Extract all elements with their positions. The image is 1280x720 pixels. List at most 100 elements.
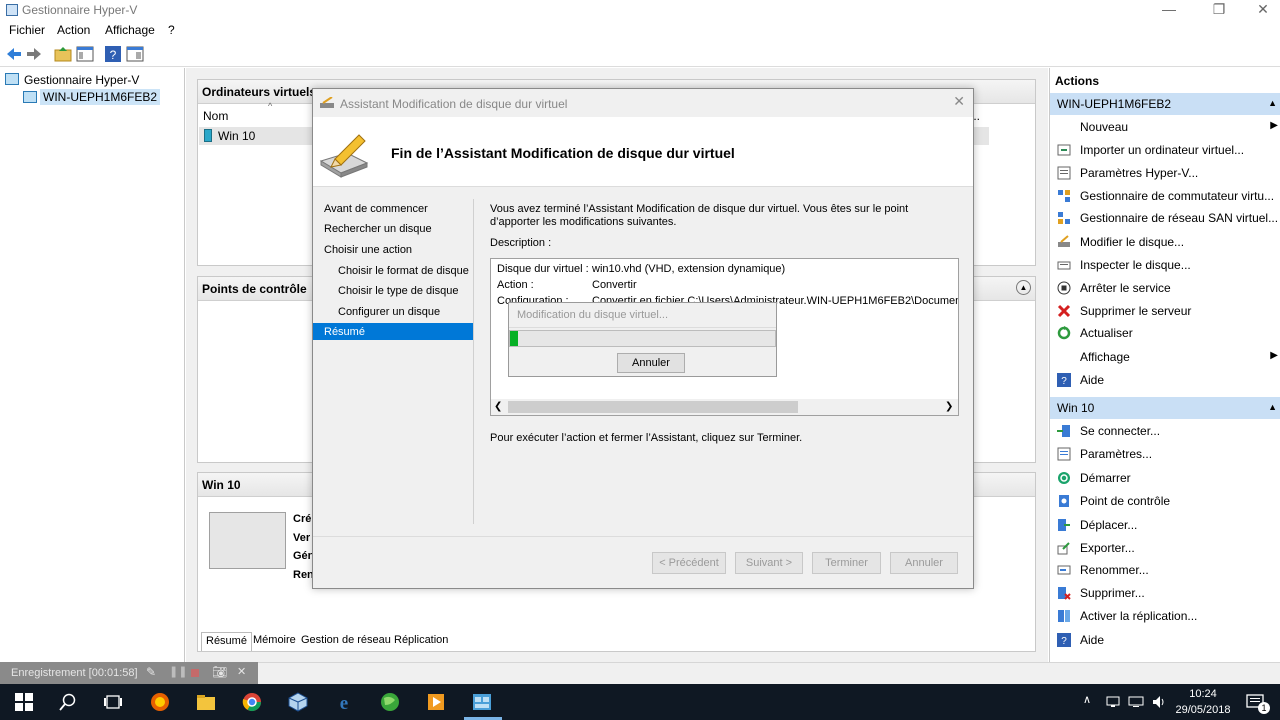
step-summary[interactable]: Résumé [324, 326, 365, 338]
column-header-name[interactable]: Nom [203, 109, 228, 123]
firefox-icon[interactable] [150, 692, 170, 712]
step-locate-disk[interactable]: Rechercher un disque [324, 223, 432, 235]
step-configure-disk[interactable]: Configurer un disque [338, 306, 440, 318]
action-checkpoint[interactable]: Point de contrôle [1050, 490, 1280, 512]
forward-arrow-icon[interactable] [25, 45, 43, 63]
minimize-button[interactable]: — [1146, 0, 1192, 20]
menu-help[interactable]: ? [168, 23, 175, 37]
folder-up-icon[interactable] [54, 45, 72, 63]
hyperv-manager-taskbar-icon[interactable] [472, 692, 492, 712]
step-choose-type[interactable]: Choisir le type de disque [338, 285, 458, 297]
horizontal-scrollbar[interactable]: ❮ ❯ [491, 399, 958, 415]
next-button[interactable]: Suivant > [735, 552, 803, 574]
delete-icon [1058, 587, 1071, 600]
media-player-icon[interactable] [426, 692, 446, 712]
scrollbar-thumb[interactable] [508, 401, 798, 413]
action-remove-server[interactable]: Supprimer le serveur [1050, 300, 1280, 322]
stop-record-icon[interactable] [191, 669, 199, 677]
finish-button[interactable]: Terminer [812, 552, 881, 574]
action-move[interactable]: Déplacer... [1050, 514, 1280, 536]
camera-icon[interactable]: 📷︎ [212, 665, 227, 679]
windows-start-icon[interactable] [14, 692, 34, 712]
action-connect[interactable]: Se connecter... [1050, 420, 1280, 442]
pencil-icon[interactable]: ✎ [146, 665, 156, 679]
close-button[interactable]: ✕ [1240, 0, 1280, 20]
action-rename[interactable]: Renommer... [1050, 559, 1280, 581]
chrome-icon[interactable] [242, 692, 262, 712]
tab-networking[interactable]: Gestion de réseau [301, 634, 391, 646]
action-delete[interactable]: Supprimer... [1050, 582, 1280, 604]
wizard-heading: Fin de l’Assistant Modification de disqu… [391, 145, 735, 161]
tab-replication[interactable]: Réplication [394, 634, 448, 646]
search-icon[interactable] [58, 692, 78, 712]
collapse-arrow-icon[interactable]: ▲ [1268, 98, 1277, 108]
globe-app-icon[interactable] [380, 692, 400, 712]
tree-root-hyperv-manager[interactable]: Gestionnaire Hyper-V [24, 73, 139, 87]
pause-icon[interactable]: ❚❚ [169, 665, 187, 678]
action-inspect-disk[interactable]: Inspecter le disque... [1050, 254, 1280, 276]
refresh-icon [1057, 326, 1071, 340]
step-before-you-begin[interactable]: Avant de commencer [324, 203, 428, 215]
action-export[interactable]: Exporter... [1050, 537, 1280, 559]
settings-icon [1057, 166, 1071, 180]
clock-time[interactable]: 10:24 [1174, 688, 1232, 700]
volume-icon[interactable] [1151, 694, 1167, 710]
replication-icon [1058, 610, 1070, 622]
collapse-icon[interactable]: ▲ [1016, 280, 1031, 295]
collapse-arrow-icon[interactable]: ▲ [1268, 402, 1277, 412]
action-edit-disk[interactable]: Modifier le disque... [1050, 231, 1280, 253]
show-hide-tree-icon[interactable] [76, 45, 94, 63]
finish-instruction-text: Pour exécuter l’action et fermer l’Assis… [490, 432, 803, 444]
step-choose-format[interactable]: Choisir le format de disque [338, 265, 469, 277]
file-explorer-icon[interactable] [196, 692, 216, 712]
detail-label-created: Cré [293, 513, 312, 525]
action-view[interactable]: Affichage ▶ [1050, 346, 1280, 368]
action-refresh[interactable]: Actualiser [1050, 322, 1280, 344]
connect-icon [1057, 425, 1070, 437]
action-import-vm[interactable]: Importer un ordinateur virtuel... [1050, 139, 1280, 161]
action-help-server[interactable]: ? Aide [1050, 369, 1280, 391]
wizard-cancel-button[interactable]: Annuler [890, 552, 958, 574]
previous-button[interactable]: < Précédent [652, 552, 726, 574]
clock-date[interactable]: 29/05/2018 [1174, 704, 1232, 716]
scroll-right-icon[interactable]: ❯ [945, 401, 953, 412]
action-vm-settings[interactable]: Paramètres... [1050, 443, 1280, 465]
wizard-intro-text: Vous avez terminé l’Assistant Modificati… [490, 203, 909, 228]
menu-fichier[interactable]: Fichier [9, 23, 45, 37]
edge-icon[interactable]: e [334, 692, 354, 712]
actions-vm-header[interactable]: Win 10 ▲ [1050, 397, 1280, 419]
edit-disk-pencil-icon [319, 134, 369, 178]
virtualbox-icon[interactable] [288, 692, 308, 712]
tree-node-server[interactable]: WIN-UEPH1M6FEB2 [40, 89, 161, 105]
action-help-vm[interactable]: ? Aide [1050, 629, 1280, 651]
actions-server-header[interactable]: WIN-UEPH1M6FEB2 ▲ [1050, 93, 1280, 115]
step-choose-action[interactable]: Choisir une action [324, 244, 412, 256]
tab-memory[interactable]: Mémoire [253, 634, 296, 646]
task-view-icon[interactable] [103, 692, 123, 712]
display-icon[interactable] [1128, 696, 1144, 708]
action-virtual-switch-manager[interactable]: Gestionnaire de commutateur virtu... [1050, 185, 1280, 207]
action-stop-service[interactable]: Arrêter le service [1050, 277, 1280, 299]
hyperv-manager-icon [5, 73, 19, 85]
action-start[interactable]: Démarrer [1050, 467, 1280, 489]
show-actions-pane-icon[interactable] [126, 45, 144, 63]
action-virtual-san-manager[interactable]: Gestionnaire de réseau SAN virtuel... [1050, 207, 1280, 229]
wizard-close-icon[interactable]: ✕ [953, 93, 965, 110]
show-hidden-icons-icon[interactable]: ∧ [1083, 693, 1091, 706]
back-arrow-icon[interactable] [5, 45, 23, 63]
action-hyperv-settings[interactable]: Paramètres Hyper-V... [1050, 162, 1280, 184]
progress-cancel-button[interactable]: Annuler [617, 353, 685, 373]
menu-action[interactable]: Action [57, 23, 90, 37]
maximize-button[interactable]: ❐ [1196, 0, 1242, 20]
start-power-icon [1058, 472, 1070, 484]
network-icon[interactable] [1105, 696, 1121, 708]
action-new[interactable]: Nouveau ▶ [1050, 116, 1280, 138]
scroll-left-icon[interactable]: ❮ [494, 401, 502, 412]
tab-summary[interactable]: Résumé [201, 632, 252, 651]
menu-affichage[interactable]: Affichage [105, 23, 155, 37]
help-icon[interactable]: ? [104, 45, 122, 63]
vm-icon [204, 129, 212, 142]
checkpoint-icon [1059, 495, 1069, 507]
action-enable-replication[interactable]: Activer la réplication... [1050, 605, 1280, 627]
recording-close-icon[interactable]: ✕ [237, 665, 246, 678]
